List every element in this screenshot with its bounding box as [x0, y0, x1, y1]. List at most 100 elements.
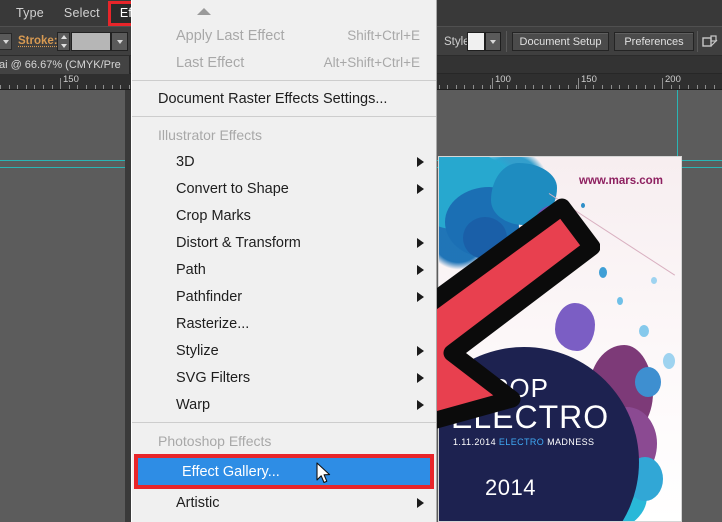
effect-menu-list: Apply Last Effect Shift+Ctrl+E Last Effect… [132, 22, 436, 516]
ruler-tick [645, 85, 646, 89]
ruler-label: 100 [495, 74, 511, 85]
menu-scroll-up[interactable] [132, 0, 436, 22]
ruler-tick [112, 85, 113, 89]
splatter-shape [555, 303, 595, 351]
ruler-tick [705, 85, 706, 89]
menu-item-label: 3D [176, 153, 195, 170]
style-dropdown[interactable] [485, 32, 501, 51]
ruler-tick [602, 85, 603, 89]
document-setup-button[interactable]: Document Setup [512, 32, 609, 51]
chevron-up-icon[interactable] [60, 35, 67, 40]
ruler-tick [490, 85, 491, 89]
menu-item-last-effect[interactable]: Last Effect Alt+Shift+Ctrl+E [132, 49, 436, 76]
menu-type[interactable]: Type [6, 3, 54, 24]
menu-item-convert-to-shape[interactable]: Convert to Shape [132, 175, 436, 202]
scroll-up-arrow-icon [197, 7, 211, 15]
menu-item-pathfinder[interactable]: Pathfinder [132, 283, 436, 310]
stroke-weight-field[interactable] [71, 32, 111, 51]
ruler-tick [17, 85, 18, 89]
ruler-tick [636, 85, 637, 89]
ruler-tick [95, 85, 96, 89]
artboard[interactable]: www.mars.com POP ELECTRO 1.11.2014 ELECT… [438, 156, 682, 522]
ruler-label: 200 [665, 74, 681, 85]
menu-separator [132, 422, 436, 423]
menu-item-artistic[interactable]: Artistic [132, 489, 436, 516]
menu-item-crop-marks[interactable]: Crop Marks [132, 202, 436, 229]
effect-dropdown-menu[interactable]: Apply Last Effect Shift+Ctrl+E Last Effect… [131, 0, 437, 522]
menu-select[interactable]: Select [54, 3, 110, 24]
ruler-tick [0, 85, 1, 89]
artwork-date-madness: MADNESS [547, 437, 595, 447]
menu-item-label: Stylize [176, 342, 219, 359]
ruler-tick [585, 85, 586, 89]
chevron-down-icon[interactable] [60, 43, 67, 48]
ruler-major-tick [662, 78, 663, 89]
menu-item-rasterize[interactable]: Rasterize... [132, 310, 436, 337]
ruler-tick [525, 85, 526, 89]
artwork-year: 2014 [485, 475, 536, 500]
splatter-shape [635, 367, 661, 397]
ruler-tick [654, 85, 655, 89]
ruler-tick [697, 85, 698, 89]
artwork-date-line: 1.11.2014 ELECTRO MADNESS [453, 437, 594, 447]
transform-panel-icon[interactable] [700, 32, 720, 51]
submenu-arrow-icon [417, 237, 424, 248]
style-swatch[interactable] [467, 32, 485, 51]
speck [639, 325, 649, 337]
ruler-tick [9, 85, 10, 89]
chevron-down-icon [116, 39, 123, 44]
ruler-tick [542, 85, 543, 89]
ruler-tick [559, 85, 560, 89]
menu-item-illustrator-effects: Illustrator Effects [132, 121, 436, 148]
submenu-arrow-icon [417, 183, 424, 194]
ruler-tick [473, 85, 474, 89]
chevron-down-icon [3, 39, 9, 44]
ruler-tick [533, 85, 534, 89]
speck [599, 267, 607, 278]
ruler-tick [499, 85, 500, 89]
ruler-tick [26, 85, 27, 89]
ruler-tick [103, 85, 104, 89]
fill-dropdown[interactable] [0, 33, 12, 50]
menu-item-label: Last Effect [176, 54, 245, 71]
menu-item-distort-transform[interactable]: Distort & Transform [132, 229, 436, 256]
ruler-tick [550, 85, 551, 89]
ruler-tick [671, 85, 672, 89]
ruler-tick [456, 85, 457, 89]
chevron-down-icon [490, 39, 496, 44]
toolbar-divider-2 [697, 31, 698, 52]
ruler-label: 150 [63, 74, 79, 85]
artwork-date-electro: ELECTRO [498, 437, 545, 447]
menu-item-label: Rasterize... [176, 315, 250, 332]
document-tab[interactable]: r13.ai @ 66.67% (CMYK/Pre [0, 56, 130, 74]
stroke-weight-dropdown[interactable] [111, 32, 128, 51]
menu-item-path[interactable]: Path [132, 256, 436, 283]
menu-separator [132, 80, 436, 81]
menu-item-3d[interactable]: 3D [132, 148, 436, 175]
menu-item-effect-gallery[interactable]: Effect Gallery... [138, 458, 430, 485]
menu-item-svg-filters[interactable]: SVG Filters [132, 364, 436, 391]
artwork-url-text: www.mars.com [579, 175, 663, 187]
submenu-arrow-icon [417, 264, 424, 275]
menu-item-label: Pathfinder [176, 288, 243, 305]
speck [547, 277, 552, 283]
transform-panel-glyph [702, 34, 718, 47]
stroke-label: Stroke: [18, 35, 58, 47]
ruler-tick [593, 85, 594, 89]
submenu-arrow-icon [417, 399, 424, 410]
illustrator-window: www.mars.com POP ELECTRO 1.11.2014 ELECT… [0, 0, 722, 522]
speck [617, 297, 623, 305]
menu-item-document-raster-effects-settings[interactable]: Document Raster Effects Settings... [132, 85, 436, 112]
menu-item-warp[interactable]: Warp [132, 391, 436, 418]
preferences-button[interactable]: Preferences [614, 32, 694, 51]
menu-item-label: Path [176, 261, 206, 278]
ruler-tick [464, 85, 465, 89]
speck [573, 241, 578, 248]
speck [651, 277, 657, 284]
menu-item-apply-last-effect[interactable]: Apply Last Effect Shift+Ctrl+E [132, 22, 436, 49]
submenu-arrow-icon [417, 372, 424, 383]
stroke-weight-stepper[interactable] [57, 32, 70, 51]
menu-item-stylize[interactable]: Stylize [132, 337, 436, 364]
menu-item-photoshop-effects: Photoshop Effects [132, 427, 436, 454]
ruler-tick [576, 85, 577, 89]
